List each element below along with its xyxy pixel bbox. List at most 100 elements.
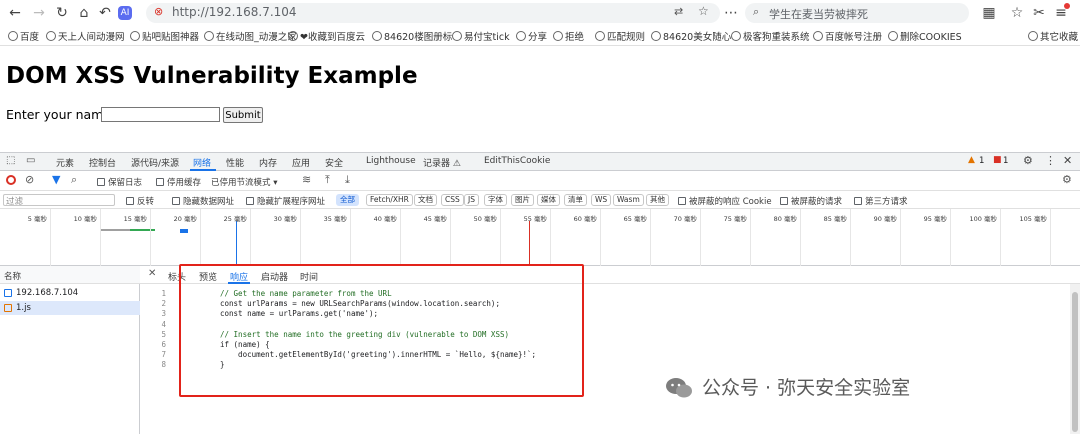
network-settings-icon[interactable]: ⚙	[1062, 173, 1072, 186]
timeline-tick-label: 70 毫秒	[673, 215, 697, 223]
devtools-tab[interactable]: 元素	[56, 156, 74, 169]
code-scrollbar-thumb[interactable]	[1072, 292, 1078, 432]
resource-type-filter[interactable]: Fetch/XHR	[366, 194, 413, 206]
blocked-cookies-checkbox[interactable]: 被屏蔽的响应 Cookie	[678, 195, 772, 207]
timeline-tick-label: 85 毫秒	[823, 215, 847, 223]
blocked-requests-checkbox[interactable]: 被屏蔽的请求	[780, 195, 842, 207]
invert-checkbox[interactable]: 反转	[126, 195, 154, 207]
resource-type-filter[interactable]: 图片	[511, 194, 534, 206]
devtools-tab[interactable]: 安全	[325, 156, 343, 169]
search-network-icon[interactable]: ⌕	[71, 173, 77, 187]
bookmark-item[interactable]: 其它收藏	[1028, 29, 1078, 43]
preserve-log-checkbox[interactable]: 保留日志	[97, 176, 142, 188]
clear-icon[interactable]: ⊘	[25, 173, 34, 186]
resource-type-filter[interactable]: 全部	[336, 194, 359, 206]
request-row-document[interactable]: 192.168.7.104	[0, 286, 140, 300]
document-file-icon	[4, 289, 12, 297]
search-box[interactable]: ⌕ 学生在麦当劳被摔死	[745, 3, 969, 23]
resource-type-filter[interactable]: 字体	[484, 194, 507, 206]
hide-data-urls-checkbox[interactable]: 隐藏数据网址	[172, 195, 234, 207]
timeline-tick-label: 30 毫秒	[273, 215, 297, 223]
timeline-gridline	[100, 209, 101, 266]
export-icon[interactable]: ⤓	[345, 173, 350, 187]
timeline-tick-label: 50 毫秒	[473, 215, 497, 223]
error-icon[interactable]: ■	[993, 155, 1002, 165]
bookmark-item[interactable]: 84620美女随心	[651, 29, 731, 43]
submit-button[interactable]: Submit	[223, 107, 263, 123]
resource-type-filter[interactable]: Wasm	[613, 194, 644, 206]
kebab-menu-icon[interactable]: ⋮	[1045, 154, 1056, 167]
disable-cache-checkbox[interactable]: 停用缓存	[156, 176, 201, 188]
devtools-tab[interactable]: Lighthouse	[366, 156, 416, 166]
line-number: 1	[161, 289, 166, 298]
bookmark-item[interactable]: 百度帐号注册	[813, 29, 882, 43]
bookmark-item[interactable]: 84620楼图册标	[372, 29, 452, 43]
tools-icon[interactable]: ✂	[1030, 4, 1048, 22]
line-number: 4	[161, 319, 166, 329]
apps-grid-icon[interactable]: ▦	[980, 4, 998, 22]
favorites-icon[interactable]: ☆	[1008, 4, 1026, 22]
timeline-tick-label: 35 毫秒	[323, 215, 347, 223]
hide-extension-urls-checkbox[interactable]: 隐藏扩展程序网址	[246, 195, 325, 207]
bookmark-item[interactable]: 在线动图_动漫之家	[204, 29, 297, 43]
bookmark-item[interactable]: 拒绝	[553, 29, 584, 43]
network-timeline[interactable]: 5 毫秒 10 毫秒 15 毫秒 20 毫秒 25 毫秒 30 毫秒 35 毫秒 40 毫秒 4…	[0, 209, 1080, 266]
device-toolbar-icon[interactable]: ▭	[26, 155, 35, 166]
filter-input[interactable]: 过滤	[3, 194, 115, 207]
bookmark-item[interactable]: 删除COOKIES	[888, 29, 962, 43]
bookmark-item[interactable]: 极客狗重装系统	[731, 29, 810, 43]
star-icon[interactable]: ☆	[698, 4, 709, 18]
bookmark-item[interactable]: 分享	[516, 29, 547, 43]
record-icon[interactable]	[6, 175, 16, 185]
bookmark-item[interactable]: 匹配规则	[595, 29, 645, 43]
devtools-tab[interactable]: 内存	[259, 156, 277, 169]
resource-type-filter[interactable]: JS	[464, 194, 479, 206]
close-devtools-icon[interactable]: ✕	[1063, 154, 1072, 167]
home-icon[interactable]: ⌂	[75, 4, 93, 22]
globe-icon	[204, 31, 214, 41]
third-party-checkbox[interactable]: 第三方请求	[854, 195, 908, 207]
filter-row: 过滤 反转 隐藏数据网址 隐藏扩展程序网址 被屏蔽的响应 Cookie 被屏蔽的…	[0, 191, 1080, 209]
name-input[interactable]	[101, 107, 220, 122]
warning-icon[interactable]: ▲	[968, 155, 975, 165]
bookmark-item[interactable]: 易付宝tick	[452, 29, 510, 43]
devtools-tab[interactable]: 控制台	[89, 156, 116, 169]
resource-type-filter[interactable]: WS	[591, 194, 612, 206]
bookmark-item[interactable]: ❤收藏到百度云	[288, 29, 365, 43]
resource-type-filter[interactable]: 文档	[414, 194, 437, 206]
resource-type-filter[interactable]: 其他	[646, 194, 669, 206]
devtools-tab[interactable]: 源代码/来源	[131, 156, 179, 169]
close-detail-icon[interactable]: ✕	[148, 268, 156, 279]
import-icon[interactable]: ⤒	[325, 173, 330, 187]
undo-close-icon[interactable]: ↶	[96, 4, 114, 22]
insecure-icon[interactable]: ⊗	[154, 5, 163, 18]
resource-type-filter[interactable]: 媒体	[537, 194, 560, 206]
more-icon[interactable]: ⋯	[722, 4, 740, 22]
devtools-tab[interactable]: EditThisCookie	[484, 156, 550, 166]
timeline-tick-label: 25 毫秒	[223, 215, 247, 223]
devtools-tab[interactable]: 记录器 ⚠	[423, 156, 461, 169]
bookmark-item[interactable]: 天上人间动漫网	[46, 29, 125, 43]
filter-placeholder: 过滤	[6, 197, 24, 207]
reload-icon[interactable]: ↻	[53, 4, 71, 22]
forward-icon[interactable]: →	[30, 4, 48, 22]
translate-icon[interactable]: ⇄	[674, 5, 683, 18]
throttle-select[interactable]: 已停用节流模式 ▾	[211, 176, 277, 188]
back-icon[interactable]: ←	[6, 4, 24, 22]
resource-type-filter[interactable]: CSS	[441, 194, 464, 206]
inspect-icon[interactable]: ⬚	[6, 155, 15, 166]
resource-type-filter[interactable]: 清单	[564, 194, 587, 206]
url-text: http://192.168.7.104	[172, 5, 297, 19]
address-bar[interactable]: ⊗ http://192.168.7.104 ⇄ ☆	[146, 3, 720, 23]
devtools-tab[interactable]: 网络	[193, 156, 211, 169]
network-conditions-icon[interactable]: ≋	[302, 173, 311, 186]
bookmark-item[interactable]: 百度	[8, 29, 39, 43]
name-column-header[interactable]: 名称	[0, 266, 140, 284]
devtools-tab[interactable]: 应用	[292, 156, 310, 169]
ai-icon[interactable]: AI	[118, 6, 132, 20]
bookmark-item[interactable]: 贴吧贴图神器	[130, 29, 199, 43]
devtools-tab[interactable]: 性能	[226, 156, 244, 169]
filter-icon[interactable]: ▼	[52, 173, 60, 186]
request-row-js[interactable]: 1.js	[0, 301, 140, 315]
settings-icon[interactable]: ⚙	[1023, 154, 1033, 167]
